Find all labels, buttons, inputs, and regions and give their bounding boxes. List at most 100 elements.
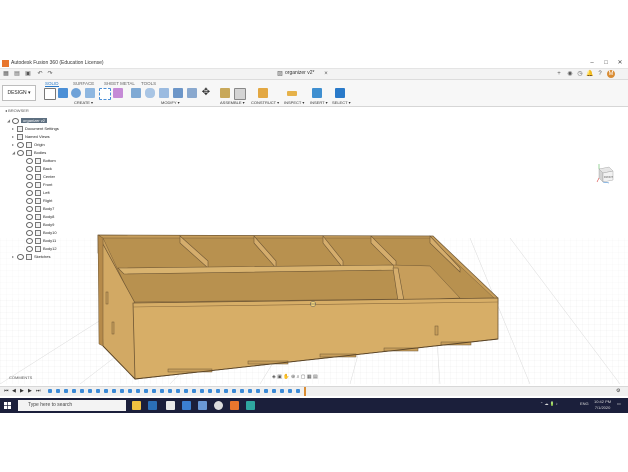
step-forward-icon[interactable]: ▶ (28, 388, 32, 394)
viewports-icon[interactable]: ▤ (313, 374, 318, 380)
timeline-feature[interactable] (112, 389, 116, 393)
maximize-button[interactable]: □ (600, 59, 612, 68)
timeline-feature[interactable] (88, 389, 92, 393)
new-tab-icon[interactable]: + (555, 70, 563, 78)
timeline-feature[interactable] (272, 389, 276, 393)
close-tab-icon[interactable]: × (322, 70, 330, 78)
visibility-eye-icon[interactable] (17, 142, 24, 148)
orbit-icon[interactable]: ◈ (272, 374, 276, 380)
model-canvas[interactable] (0, 108, 628, 385)
timeline-feature[interactable] (96, 389, 100, 393)
tab-surface[interactable]: SURFACE (73, 81, 94, 86)
timeline-marker[interactable] (304, 387, 306, 396)
press-pull-icon[interactable] (131, 88, 141, 98)
timeline-feature[interactable] (232, 389, 236, 393)
shell-icon[interactable] (173, 88, 183, 98)
file-menu-icon[interactable]: ▤ (13, 70, 21, 78)
timeline-feature[interactable] (264, 389, 268, 393)
select-menu[interactable]: SELECT ▾ (332, 100, 351, 105)
pattern-icon[interactable] (99, 88, 111, 100)
body-row[interactable]: Body8 (26, 214, 54, 221)
chrome-icon[interactable] (214, 401, 223, 410)
undo-icon[interactable]: ↶ (36, 70, 44, 78)
body-row[interactable]: Body9 (26, 222, 54, 229)
grid-settings-icon[interactable]: ▦ (307, 374, 312, 380)
body-row[interactable]: Center (26, 174, 55, 181)
visibility-eye-icon[interactable] (26, 246, 33, 252)
fusion-taskbar-icon[interactable] (230, 401, 239, 410)
workspace-switcher[interactable]: DESIGN ▾ (2, 85, 36, 101)
insert-image-icon[interactable] (312, 88, 322, 98)
extrude-icon[interactable] (58, 88, 68, 98)
box-icon[interactable] (85, 88, 95, 98)
view-cube[interactable]: FRONT (594, 162, 616, 184)
look-at-icon[interactable]: ▣ (277, 374, 282, 380)
timeline-feature[interactable] (64, 389, 68, 393)
pan-icon[interactable]: ✋ (283, 374, 289, 380)
notification-center-icon[interactable]: ▭ (617, 401, 621, 406)
visibility-eye-icon[interactable] (26, 174, 33, 180)
timeline-feature[interactable] (160, 389, 164, 393)
tab-tools[interactable]: TOOLS (141, 81, 156, 86)
zoom-icon[interactable]: ⊕ (291, 374, 295, 380)
visibility-eye-icon[interactable] (26, 158, 33, 164)
timeline-feature[interactable] (136, 389, 140, 393)
extensions-icon[interactable]: ◉ (566, 70, 574, 78)
timeline-feature[interactable] (224, 389, 228, 393)
body-row[interactable]: Body12 (26, 246, 57, 253)
timeline-feature[interactable] (120, 389, 124, 393)
display-settings-icon[interactable]: ▢ (301, 374, 306, 380)
body-row[interactable]: Left (26, 190, 50, 197)
body-row[interactable]: Front (26, 182, 52, 189)
go-to-start-icon[interactable]: ⏮ (4, 388, 9, 394)
insert-menu[interactable]: INSERT ▾ (310, 100, 328, 105)
data-panel-icon[interactable]: ▦ (2, 70, 10, 78)
visibility-eye-icon[interactable] (26, 198, 33, 204)
browser-root[interactable]: ◢ organizer v2 (7, 118, 48, 125)
file-explorer-icon[interactable] (132, 401, 141, 410)
timeline-feature[interactable] (72, 389, 76, 393)
visibility-eye-icon[interactable] (26, 190, 33, 196)
timeline-feature[interactable] (168, 389, 172, 393)
body-row[interactable]: Bottom (26, 158, 56, 165)
construct-menu[interactable]: CONSTRUCT ▾ (251, 100, 279, 105)
timeline-feature[interactable] (48, 389, 52, 393)
create-sketch-icon[interactable] (44, 88, 56, 100)
timeline-feature[interactable] (176, 389, 180, 393)
visibility-eye-icon[interactable] (26, 214, 33, 220)
notifications-icon[interactable]: 🔔 (586, 70, 594, 78)
visibility-eye-icon[interactable] (26, 222, 33, 228)
inspect-menu[interactable]: INSPECT ▾ (284, 100, 304, 105)
job-status-icon[interactable]: ◷ (576, 70, 584, 78)
new-component-icon[interactable] (220, 88, 230, 98)
go-to-end-icon[interactable]: ⏭ (36, 388, 41, 394)
comments-panel[interactable]: COMMENTS (9, 375, 32, 380)
3d-viewport[interactable]: FRONT (0, 108, 628, 385)
body-row[interactable]: Body7 (26, 206, 54, 213)
fit-icon[interactable]: ⌕ (297, 374, 300, 380)
redo-icon[interactable]: ↷ (46, 70, 54, 78)
timeline-feature[interactable] (200, 389, 204, 393)
body-row[interactable]: Body10 (26, 230, 57, 237)
windows-start-icon[interactable] (4, 402, 11, 409)
mirror-icon[interactable] (113, 88, 123, 98)
tray-icons[interactable]: ⌃ ☁ 🔋 ♪ (540, 401, 558, 406)
timeline-feature[interactable] (184, 389, 188, 393)
revolve-icon[interactable] (71, 88, 81, 98)
timeline-feature[interactable] (80, 389, 84, 393)
minimize-button[interactable]: – (586, 59, 598, 68)
body-row[interactable]: Body11 (26, 238, 56, 245)
timeline-feature[interactable] (192, 389, 196, 393)
combine-icon[interactable] (187, 88, 197, 98)
timeline-feature[interactable] (104, 389, 108, 393)
store-icon[interactable] (166, 401, 175, 410)
joint-icon[interactable] (234, 88, 246, 100)
modify-menu[interactable]: MODIFY ▾ (161, 100, 180, 105)
timeline-feature[interactable] (248, 389, 252, 393)
save-icon[interactable]: ▣ (24, 70, 32, 78)
chamfer-icon[interactable] (159, 88, 169, 98)
browser-item-origin[interactable]: ▸ Origin (12, 142, 45, 149)
assemble-menu[interactable]: ASSEMBLE ▾ (220, 100, 245, 105)
play-icon[interactable]: ▶ (20, 388, 24, 394)
visibility-eye-icon[interactable] (12, 118, 19, 124)
